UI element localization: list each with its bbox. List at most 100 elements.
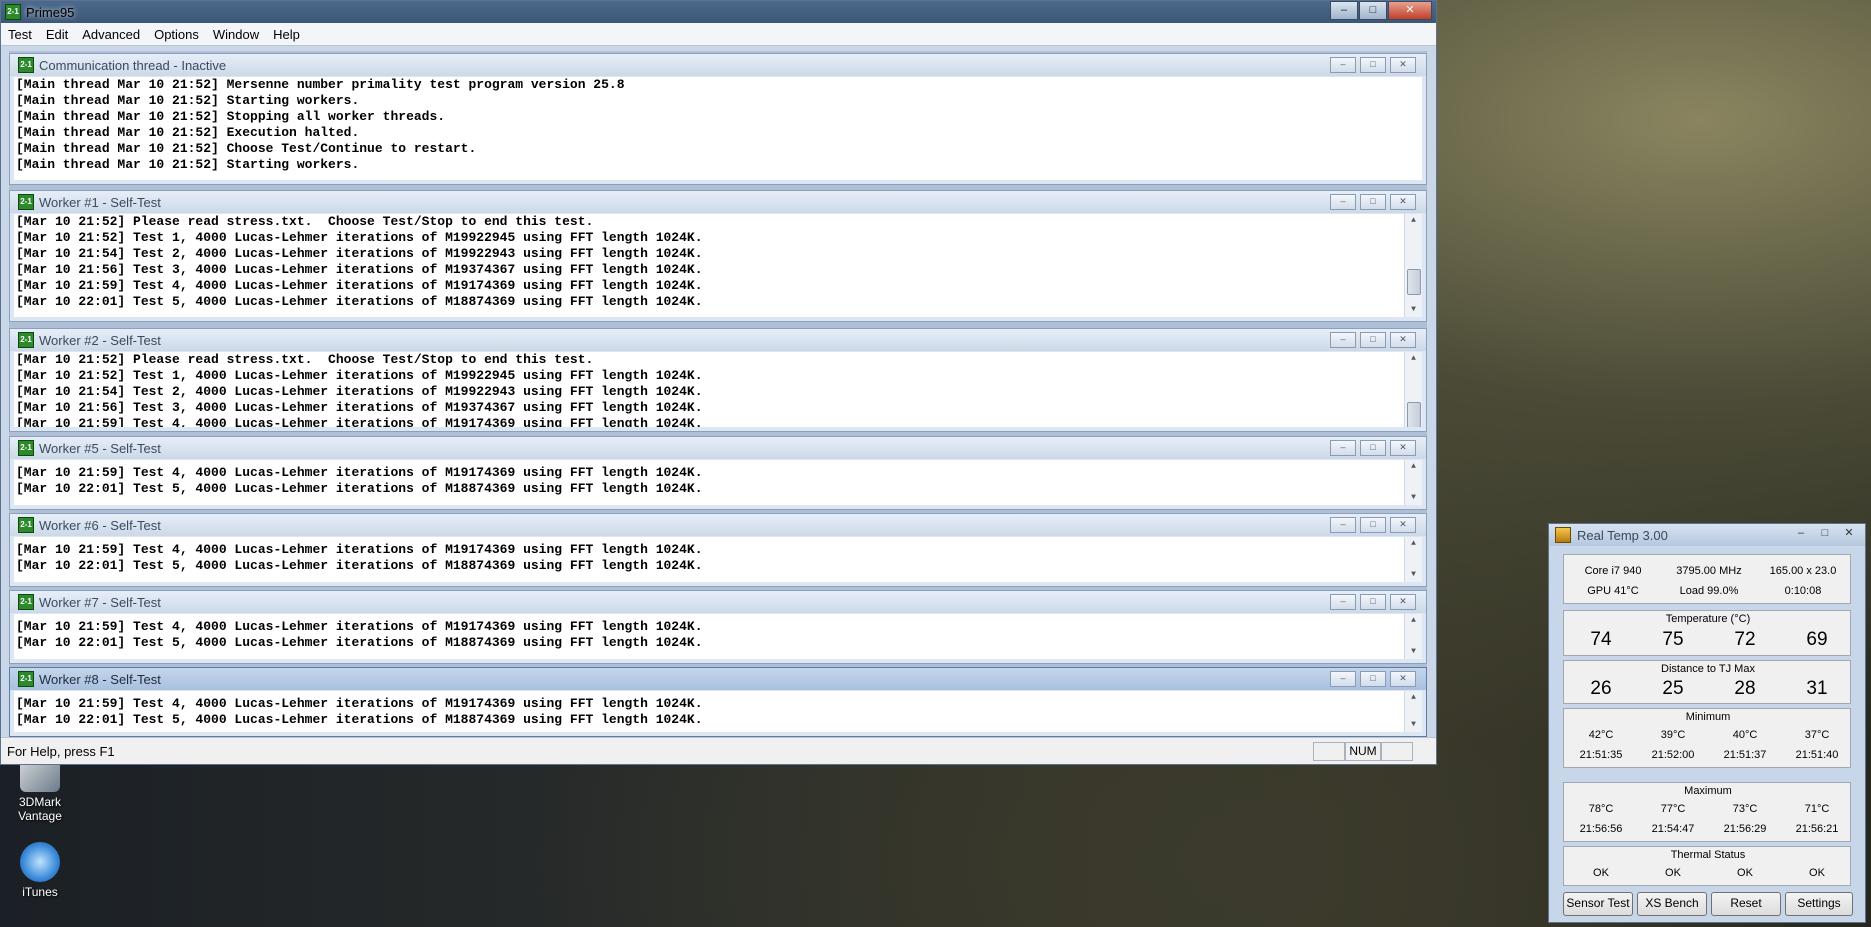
log-line: [Mar 10 22:01] Test 5, 4000 Lucas-Lehmer… (16, 294, 703, 309)
scroll-down-icon[interactable]: ▼ (1405, 303, 1422, 317)
scroll-down-icon[interactable]: ▼ (1405, 645, 1422, 659)
sensor-test-button[interactable]: Sensor Test (1563, 892, 1633, 916)
log-output[interactable]: [Mar 10 21:59] Test 4, 4000 Lucas-Lehmer… (14, 537, 1422, 582)
minimize-button[interactable]: – (1330, 1, 1358, 20)
scroll-up-icon[interactable]: ▲ (1405, 460, 1422, 474)
maximize-button[interactable]: □ (1813, 526, 1837, 541)
scroll-up-icon[interactable]: ▲ (1405, 214, 1422, 228)
child-maximize-button[interactable]: □ (1360, 194, 1386, 210)
scroll-thumb[interactable] (1407, 402, 1421, 427)
child-titlebar: 2-1 Worker #6 - Self-Test – □ ✕ (10, 514, 1426, 536)
scroll-down-icon[interactable]: ▼ (1405, 491, 1422, 505)
vertical-scrollbar[interactable]: ▲ ▼ (1404, 460, 1422, 505)
cpu-load: Load 99.0% (1679, 585, 1739, 597)
status-bar: For Help, press F1 NUM (1, 737, 1436, 764)
scroll-up-icon[interactable]: ▲ (1405, 614, 1422, 628)
log-output[interactable]: [Mar 10 21:59] Test 4, 4000 Lucas-Lehmer… (14, 614, 1422, 659)
child-minimize-button[interactable]: – (1330, 671, 1356, 687)
settings-button[interactable]: Settings (1785, 892, 1853, 916)
vertical-scrollbar[interactable]: ▲ ▼ (1404, 691, 1422, 732)
comm-thread-window[interactable]: 2-1 Communication thread - Inactive – □ … (9, 53, 1427, 185)
min-temp: 39°C (1660, 729, 1686, 741)
status-panel-empty (1381, 742, 1413, 761)
minimize-button[interactable]: – (1789, 526, 1813, 541)
scroll-down-icon[interactable]: ▼ (1405, 568, 1422, 582)
child-minimize-button[interactable]: – (1330, 440, 1356, 456)
log-output[interactable]: [Mar 10 21:52] Please read stress.txt. C… (14, 214, 1422, 317)
child-minimize-button[interactable]: – (1330, 332, 1356, 348)
worker-1-window[interactable]: 2-1 Worker #1 - Self-Test – □ ✕ [Mar 10 … (9, 190, 1427, 322)
prime95-app-icon: 2-1 (5, 4, 21, 20)
child-minimize-button[interactable]: – (1330, 194, 1356, 210)
child-maximize-button[interactable]: □ (1360, 57, 1386, 73)
log-line: [Main thread Mar 10 21:52] Mersenne numb… (16, 77, 625, 92)
menu-window[interactable]: Window (206, 27, 266, 42)
thermal-status-label: Thermal Status (1670, 849, 1746, 861)
core-distance: 26 (1590, 678, 1612, 699)
close-button[interactable]: ✕ (1837, 526, 1861, 541)
child-minimize-button[interactable]: – (1330, 594, 1356, 610)
core-temp: 72 (1734, 629, 1756, 650)
child-close-button[interactable]: ✕ (1390, 194, 1416, 210)
vertical-scrollbar[interactable]: ▲ (1404, 352, 1422, 427)
prime95-titlebar[interactable]: 2-1 Prime95 – □ ✕ (1, 1, 1436, 23)
worker-2-window[interactable]: 2-1 Worker #2 - Self-Test – □ ✕ [Mar 10 … (9, 328, 1427, 432)
child-maximize-button[interactable]: □ (1360, 671, 1386, 687)
child-app-icon: 2-1 (18, 671, 34, 687)
maximize-button[interactable]: □ (1359, 1, 1387, 20)
vertical-scrollbar[interactable]: ▲ ▼ (1404, 614, 1422, 659)
cpu-frequency: 3795.00 MHz (1676, 565, 1742, 577)
scroll-down-icon[interactable]: ▼ (1405, 718, 1422, 732)
desktop-icon-label: iTunes (22, 885, 58, 899)
child-title: Communication thread - Inactive (39, 57, 227, 73)
log-line: [Mar 10 21:54] Test 2, 4000 Lucas-Lehmer… (16, 384, 703, 399)
worker-5-window[interactable]: 2-1 Worker #5 - Self-Test – □ ✕ [Mar 10 … (9, 436, 1427, 510)
child-maximize-button[interactable]: □ (1360, 332, 1386, 348)
status-panel-empty (1313, 742, 1345, 761)
worker-7-window[interactable]: 2-1 Worker #7 - Self-Test – □ ✕ [Mar 10 … (9, 590, 1427, 664)
menu-help[interactable]: Help (266, 27, 307, 42)
child-minimize-button[interactable]: – (1330, 57, 1356, 73)
child-app-icon: 2-1 (18, 332, 34, 348)
scroll-up-icon[interactable]: ▲ (1405, 352, 1422, 366)
log-line: [Mar 10 21:52] Test 1, 4000 Lucas-Lehmer… (16, 368, 703, 383)
desktop-icon-itunes[interactable]: iTunes (10, 842, 70, 899)
child-maximize-button[interactable]: □ (1360, 594, 1386, 610)
log-output[interactable]: [Mar 10 21:59] Test 4, 4000 Lucas-Lehmer… (14, 691, 1422, 732)
child-close-button[interactable]: ✕ (1390, 332, 1416, 348)
menu-advanced[interactable]: Advanced (75, 27, 147, 42)
child-close-button[interactable]: ✕ (1390, 440, 1416, 456)
reset-button[interactable]: Reset (1711, 892, 1781, 916)
log-line: [Main thread Mar 10 21:52] Execution hal… (16, 125, 360, 140)
child-minimize-button[interactable]: – (1330, 517, 1356, 533)
child-close-button[interactable]: ✕ (1390, 57, 1416, 73)
xs-bench-button[interactable]: XS Bench (1637, 892, 1707, 916)
child-close-button[interactable]: ✕ (1390, 671, 1416, 687)
log-line: [Mar 10 21:56] Test 3, 4000 Lucas-Lehmer… (16, 400, 703, 415)
menu-test[interactable]: Test (1, 27, 39, 42)
log-output[interactable]: [Mar 10 21:52] Please read stress.txt. C… (14, 352, 1422, 427)
menu-options[interactable]: Options (147, 27, 206, 42)
vertical-scrollbar[interactable]: ▲ ▼ (1404, 537, 1422, 582)
close-button[interactable]: ✕ (1388, 1, 1432, 20)
log-output[interactable]: [Mar 10 21:59] Test 4, 4000 Lucas-Lehmer… (14, 460, 1422, 505)
realtemp-titlebar[interactable]: Real Temp 3.00 – □ ✕ (1549, 524, 1865, 546)
elapsed-time: 0:10:08 (1784, 585, 1822, 597)
child-close-button[interactable]: ✕ (1390, 594, 1416, 610)
menu-edit[interactable]: Edit (39, 27, 75, 42)
child-titlebar: 2-1 Worker #5 - Self-Test – □ ✕ (10, 437, 1426, 459)
log-output[interactable]: [Main thread Mar 10 21:52] Mersenne numb… (14, 77, 1422, 180)
vertical-scrollbar[interactable]: ▲ ▼ (1404, 214, 1422, 317)
child-maximize-button[interactable]: □ (1360, 440, 1386, 456)
core-distance: 31 (1806, 678, 1828, 699)
worker-8-window[interactable]: 2-1 Worker #8 - Self-Test – □ ✕ [Mar 10 … (9, 667, 1427, 737)
min-temp: 37°C (1804, 729, 1830, 741)
scroll-up-icon[interactable]: ▲ (1405, 691, 1422, 705)
child-close-button[interactable]: ✕ (1390, 517, 1416, 533)
scroll-up-icon[interactable]: ▲ (1405, 537, 1422, 551)
log-line: [Main thread Mar 10 21:52] Stopping all … (16, 109, 446, 124)
worker-6-window[interactable]: 2-1 Worker #6 - Self-Test – □ ✕ [Mar 10 … (9, 513, 1427, 587)
child-maximize-button[interactable]: □ (1360, 517, 1386, 533)
min-time: 21:51:35 (1579, 749, 1623, 761)
scroll-thumb[interactable] (1407, 269, 1421, 295)
